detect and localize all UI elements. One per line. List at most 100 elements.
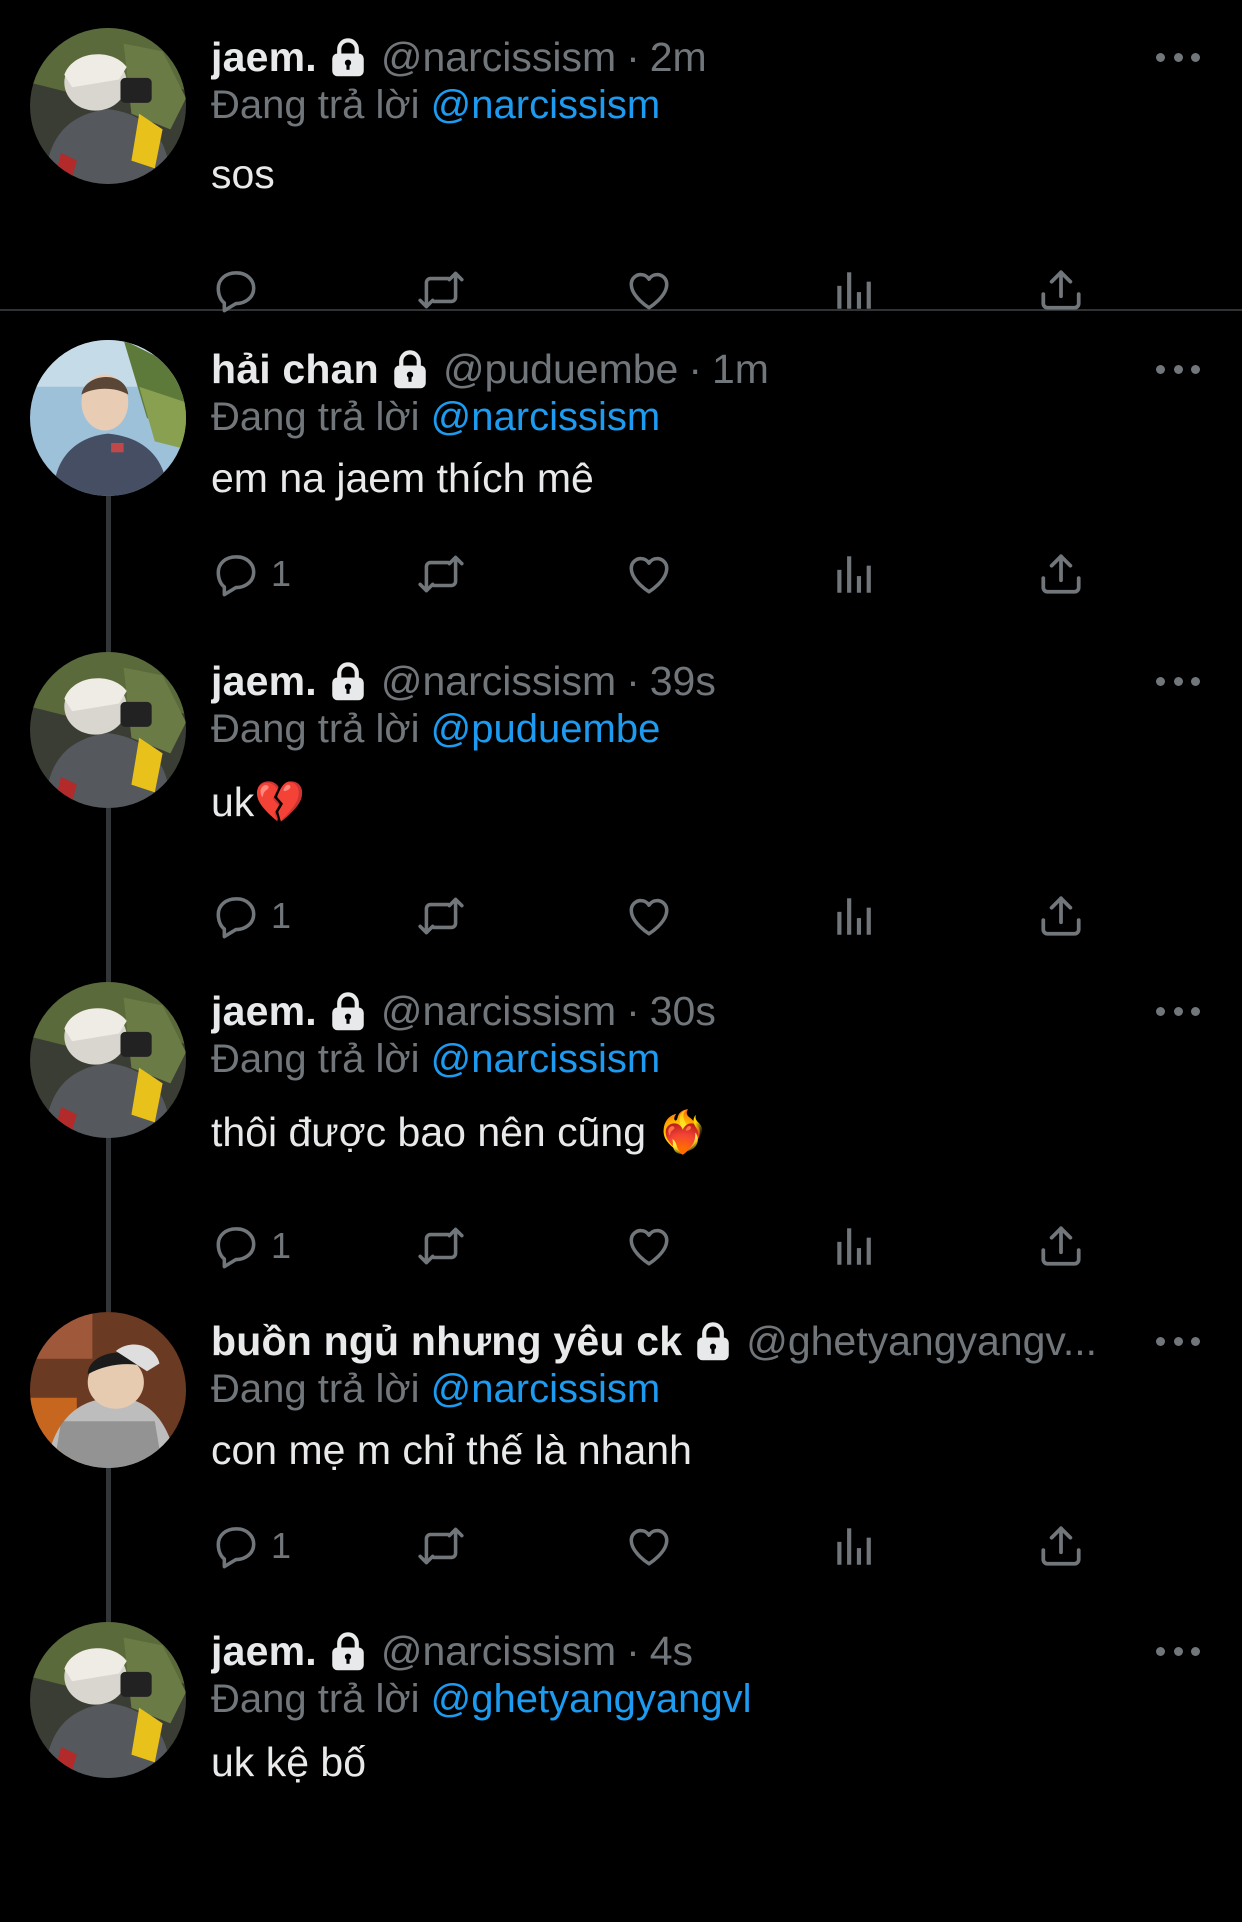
retweet-button[interactable] — [416, 1516, 466, 1576]
display-name[interactable]: jaem. — [211, 988, 317, 1035]
bar-chart-icon — [830, 265, 880, 315]
reply-count: 1 — [271, 895, 292, 936]
avatar[interactable] — [30, 1622, 186, 1778]
reply-icon — [211, 549, 261, 599]
retweet-button[interactable] — [416, 1216, 466, 1276]
more-dot — [1191, 52, 1200, 62]
heart-icon — [624, 549, 674, 599]
like-button[interactable] — [624, 886, 674, 946]
like-button[interactable] — [624, 260, 674, 320]
like-button[interactable] — [624, 1216, 674, 1276]
lock-icon-svg — [389, 348, 431, 390]
more-dot — [1173, 1646, 1183, 1656]
mention-link[interactable]: @ghetyangyangvl — [431, 1677, 752, 1721]
timestamp[interactable]: 2m — [650, 34, 707, 81]
timestamp[interactable]: 1m — [712, 346, 769, 393]
lock-icon — [327, 660, 369, 702]
separator-dot: · — [626, 987, 640, 1034]
mention-link[interactable]: @puduembe — [431, 707, 661, 751]
lock-icon — [327, 36, 369, 78]
display-name[interactable]: jaem. — [211, 34, 317, 81]
reply-button[interactable]: 1 — [211, 886, 291, 946]
user-handle[interactable]: @ghetyangyangv... — [746, 1318, 1097, 1365]
reply-count: 1 — [271, 1525, 292, 1566]
more-dot — [1156, 1336, 1165, 1346]
tweet-actions: 1 — [0, 544, 1242, 604]
views-button[interactable] — [830, 1516, 880, 1576]
more-dot — [1173, 1336, 1183, 1346]
display-name[interactable]: jaem. — [211, 1628, 317, 1675]
share-button[interactable] — [1036, 260, 1086, 320]
reply-button[interactable] — [211, 260, 261, 320]
user-handle[interactable]: @narcissism — [381, 658, 616, 705]
lock-icon — [327, 990, 369, 1032]
retweet-button[interactable] — [416, 886, 466, 946]
avatar[interactable] — [30, 340, 186, 496]
mention-link[interactable]: @narcissism — [431, 395, 661, 439]
replying-to: Đang trả lời @puduembe — [211, 707, 660, 752]
like-button[interactable] — [624, 1516, 674, 1576]
share-button[interactable] — [1036, 886, 1086, 946]
display-name[interactable]: hải chan — [211, 346, 379, 393]
more-options-button[interactable] — [1156, 1641, 1200, 1661]
user-handle[interactable]: @narcissism — [381, 988, 616, 1035]
avatar[interactable] — [30, 982, 186, 1138]
display-name[interactable]: jaem. — [211, 658, 317, 705]
more-options-button[interactable] — [1156, 1331, 1200, 1351]
avatar[interactable] — [30, 1312, 186, 1468]
views-button[interactable] — [830, 544, 880, 604]
avatar-image — [30, 340, 186, 496]
retweet-icon — [416, 265, 466, 315]
reply-button[interactable]: 1 — [211, 1216, 291, 1276]
display-name[interactable]: buồn ngủ nhưng yêu ck — [211, 1318, 682, 1365]
replying-to: Đang trả lời @ghetyangyangvl — [211, 1677, 752, 1722]
tweet[interactable]: buồn ngủ nhưng yêu ck @ghetyangyangv... Đa… — [0, 1312, 1242, 1612]
more-options-button[interactable] — [1156, 1001, 1200, 1021]
tweet[interactable]: jaem. @narcissism · 2m Đang trả lời @narciss… — [0, 28, 1242, 328]
more-dot — [1191, 1336, 1200, 1346]
avatar[interactable] — [30, 28, 186, 184]
avatar-image — [30, 1622, 186, 1778]
more-options-button[interactable] — [1156, 359, 1200, 379]
more-dot — [1173, 52, 1183, 62]
mention-link[interactable]: @narcissism — [431, 83, 661, 127]
views-button[interactable] — [830, 1216, 880, 1276]
mention-link[interactable]: @narcissism — [431, 1367, 661, 1411]
timestamp[interactable]: 30s — [650, 988, 716, 1035]
tweet[interactable]: jaem. @narcissism · 39s Đang trả lời @puduem… — [0, 652, 1242, 952]
tweet-text: em na jaem thích mê — [211, 455, 594, 501]
tweet[interactable]: jaem. @narcissism · 30s Đang trả lời @narcis… — [0, 982, 1242, 1282]
more-options-button[interactable] — [1156, 671, 1200, 691]
user-handle[interactable]: @puduembe — [443, 346, 678, 393]
separator-dot: · — [626, 657, 640, 704]
user-handle[interactable]: @narcissism — [381, 1628, 616, 1675]
reply-button[interactable]: 1 — [211, 1516, 291, 1576]
avatar-image — [30, 28, 186, 184]
reply-button[interactable]: 1 — [211, 544, 291, 604]
bar-chart-icon — [830, 1221, 880, 1271]
more-options-button[interactable] — [1156, 47, 1200, 67]
replying-to-label: Đang trả lời — [211, 1367, 420, 1411]
timestamp[interactable]: 4s — [650, 1628, 693, 1675]
tweet[interactable]: hải chan @puduembe · 1m Đang trả lời @narcis… — [0, 340, 1242, 640]
share-button[interactable] — [1036, 1516, 1086, 1576]
avatar[interactable] — [30, 652, 186, 808]
views-button[interactable] — [830, 886, 880, 946]
share-icon — [1036, 265, 1086, 315]
share-button[interactable] — [1036, 544, 1086, 604]
replying-to: Đang trả lời @narcissism — [211, 1367, 660, 1412]
retweet-button[interactable] — [416, 544, 466, 604]
user-handle[interactable]: @narcissism — [381, 34, 616, 81]
share-button[interactable] — [1036, 1216, 1086, 1276]
views-button[interactable] — [830, 260, 880, 320]
replying-to: Đang trả lời @narcissism — [211, 83, 660, 128]
separator-dot: · — [626, 1627, 640, 1674]
like-button[interactable] — [624, 544, 674, 604]
lock-icon-svg — [327, 36, 369, 78]
mention-link[interactable]: @narcissism — [431, 1037, 661, 1081]
tweet[interactable]: jaem. @narcissism · 4s Đang trả lời @ghetyan… — [0, 1622, 1242, 1922]
tweet-text: sos — [211, 151, 275, 197]
retweet-button[interactable] — [416, 260, 466, 320]
timestamp[interactable]: 39s — [650, 658, 716, 705]
more-dot — [1191, 1646, 1200, 1656]
